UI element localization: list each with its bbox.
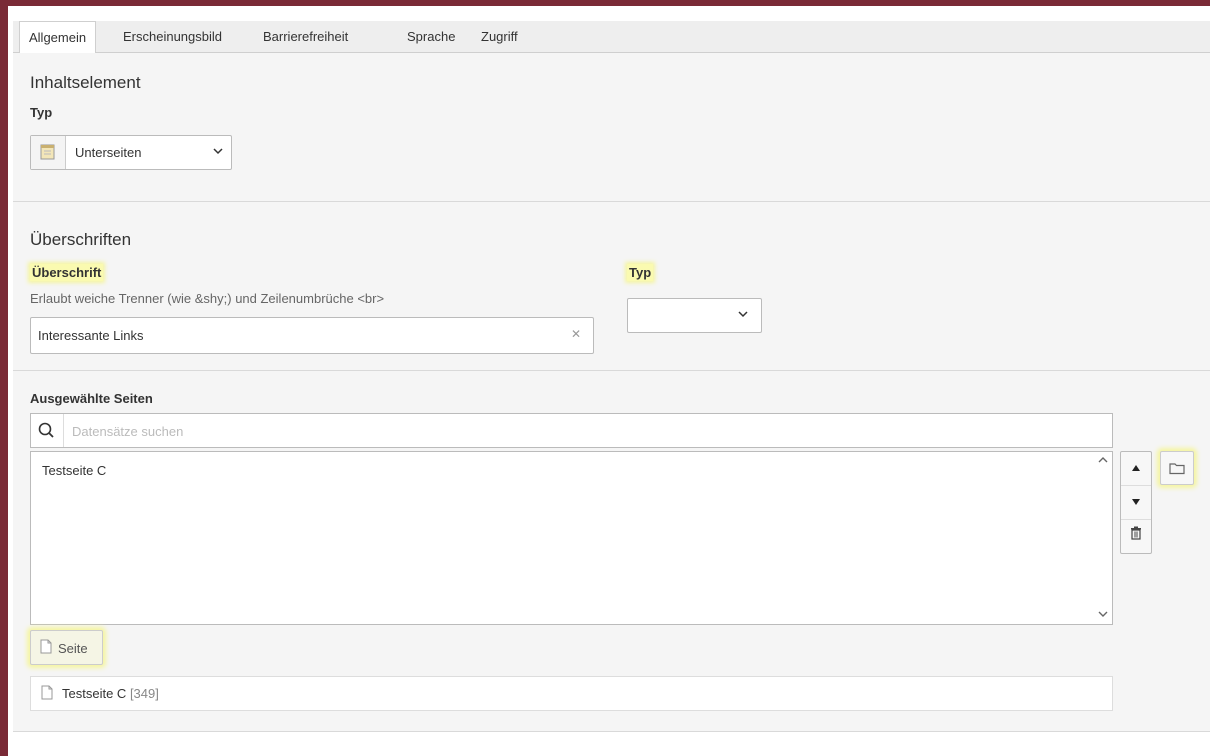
trash-icon — [1130, 526, 1142, 543]
page-icon — [40, 639, 52, 657]
selected-pages-section: Ausgewählte Seiten Datensätze suchen Tes… — [13, 371, 1210, 732]
scroll-up-icon[interactable] — [1098, 455, 1108, 467]
chevron-down-icon — [738, 309, 748, 321]
move-up-button[interactable] — [1121, 452, 1151, 485]
type-select-value: Unterseiten — [75, 145, 142, 160]
records-search-placeholder: Datensätze suchen — [72, 424, 184, 439]
tab-sprache[interactable]: Sprache — [398, 21, 464, 52]
page-icon — [41, 685, 53, 703]
add-page-button-label: Seite — [58, 641, 88, 656]
clear-icon[interactable]: ✕ — [571, 327, 581, 341]
page-result-id: [349] — [129, 686, 159, 701]
scroll-down-icon[interactable] — [1098, 609, 1108, 621]
list-item[interactable]: Testseite C — [42, 463, 106, 478]
page-result-text: Testseite C [349] — [62, 686, 159, 701]
move-down-button[interactable] — [1121, 485, 1151, 519]
header-hint: Erlaubt weiche Trenner (wie &shy;) und Z… — [30, 291, 385, 306]
content-element-section: Inhaltselement Typ Unterseiten — [13, 53, 1210, 202]
window-frame-left — [0, 0, 8, 756]
header-input-value: Interessante Links — [38, 328, 144, 343]
section-title-content-element: Inhaltselement — [30, 73, 141, 92]
records-search[interactable]: Datensätze suchen — [30, 413, 1113, 448]
page-result-row[interactable]: Testseite C [349] — [30, 676, 1113, 711]
header-type-select[interactable] — [627, 298, 762, 333]
tab-zugriff[interactable]: Zugriff — [472, 21, 527, 52]
content-page-icon — [31, 136, 66, 169]
browse-folder-button[interactable] — [1160, 451, 1194, 485]
selected-pages-list[interactable]: Testseite C — [30, 451, 1113, 625]
search-icon[interactable] — [31, 414, 64, 447]
tab-bar: Allgemein Erscheinungsbild Barrierefreih… — [13, 21, 1210, 54]
page-result-title: Testseite C — [62, 686, 127, 701]
tab-allgemein[interactable]: Allgemein — [19, 21, 97, 54]
header-input[interactable]: Interessante Links ✕ — [30, 317, 594, 354]
content-element-form: Allgemein Erscheinungsbild Barrierefreih… — [13, 13, 1210, 756]
move-up-icon — [1131, 461, 1141, 475]
add-page-button[interactable]: Seite — [30, 630, 103, 665]
list-controls — [1120, 451, 1152, 554]
tab-erscheinungsbild[interactable]: Erscheinungsbild — [114, 21, 231, 52]
tab-barrierefreiheit[interactable]: Barrierefreiheit — [254, 21, 357, 52]
header-label: Überschrift — [30, 264, 104, 281]
folder-icon — [1169, 461, 1185, 478]
chevron-down-icon — [213, 146, 223, 158]
delete-button[interactable] — [1121, 519, 1151, 553]
header-type-label: Typ — [627, 264, 654, 281]
type-label: Typ — [30, 105, 53, 120]
type-select[interactable]: Unterseiten — [30, 135, 232, 170]
header-label-text: Überschrift — [30, 264, 104, 281]
header-type-label-text: Typ — [627, 264, 654, 281]
section-title-headers: Überschriften — [30, 230, 132, 249]
headers-section: Überschriften Überschrift Erlaubt weiche… — [13, 202, 1210, 371]
move-down-icon — [1131, 495, 1141, 509]
selected-pages-label: Ausgewählte Seiten — [30, 391, 153, 406]
window-frame-top — [0, 0, 1210, 6]
